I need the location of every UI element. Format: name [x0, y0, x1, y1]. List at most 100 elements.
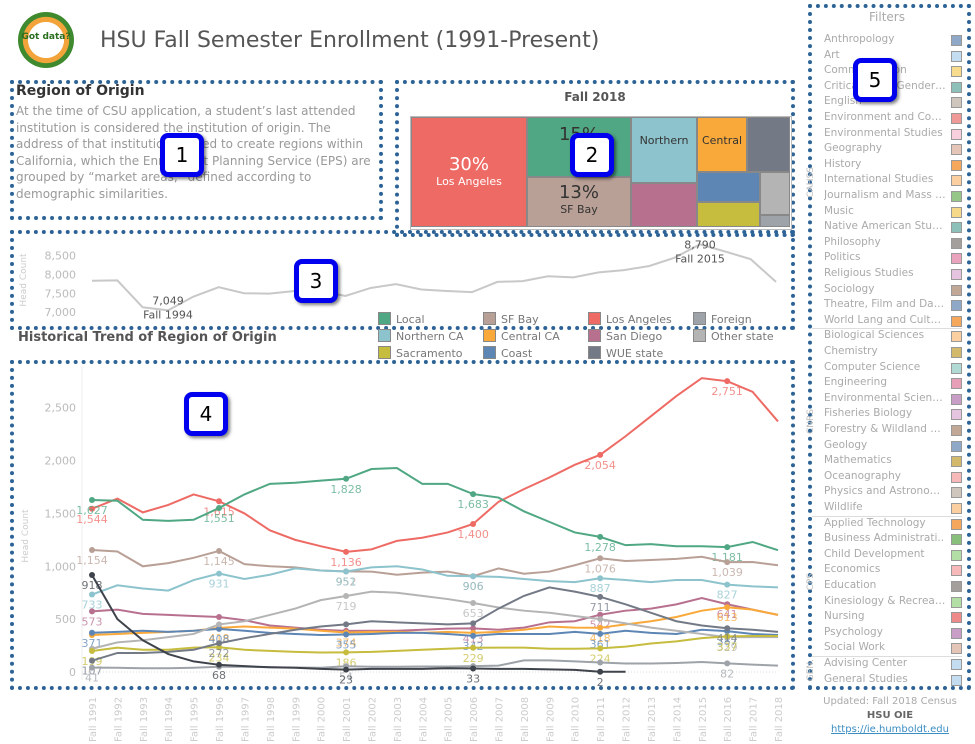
- treemap-cell-foreign[interactable]: [760, 215, 790, 227]
- filter-item-world-lang-and-cultures[interactable]: World Lang and Cultures: [824, 314, 969, 329]
- treemap-cell-wue-state[interactable]: [747, 117, 790, 172]
- data-point[interactable]: [89, 657, 95, 664]
- data-point[interactable]: [724, 544, 731, 551]
- series-local[interactable]: 1,6271,5511,8281,6831,2781,181: [76, 466, 779, 564]
- filter-color-swatch[interactable]: [951, 565, 962, 577]
- data-point[interactable]: [343, 631, 350, 638]
- filter-item-forestry-wildland-re[interactable]: Forestry & Wildland Re..: [824, 423, 969, 438]
- filter-color-swatch[interactable]: [951, 66, 962, 78]
- filter-color-swatch[interactable]: [951, 284, 962, 296]
- data-point[interactable]: [216, 547, 223, 554]
- data-point[interactable]: [597, 533, 604, 540]
- filter-item-environmental-science[interactable]: Environmental Science ..: [824, 392, 969, 407]
- legend-item-los-angeles[interactable]: Los Angeles: [588, 312, 672, 326]
- filter-item-theatre-film-and-dance[interactable]: Theatre, Film and Dance: [824, 298, 969, 313]
- data-point[interactable]: [724, 559, 731, 566]
- data-point[interactable]: [216, 614, 223, 621]
- treemap-cell-los-angeles[interactable]: 30% Los Angeles: [411, 117, 527, 227]
- data-point[interactable]: [343, 621, 350, 628]
- data-point[interactable]: [216, 640, 223, 647]
- data-point[interactable]: [89, 664, 95, 671]
- filter-color-swatch[interactable]: [951, 50, 962, 62]
- data-point[interactable]: [597, 659, 604, 666]
- legend-item-central-ca[interactable]: Central CA: [483, 329, 560, 343]
- filter-item-physics-and-astronomy[interactable]: Physics and Astronomy: [824, 485, 969, 500]
- filter-color-swatch[interactable]: [951, 643, 962, 655]
- filter-color-swatch[interactable]: [951, 269, 962, 280]
- filter-color-swatch[interactable]: [951, 175, 962, 187]
- data-point[interactable]: [597, 593, 604, 600]
- data-point[interactable]: [89, 497, 95, 504]
- filter-item-applied-technology[interactable]: Applied Technology: [824, 517, 969, 532]
- data-point[interactable]: [216, 570, 223, 577]
- filter-item-environmental-studies[interactable]: Environmental Studies: [824, 127, 969, 142]
- filter-item-wildlife[interactable]: Wildlife: [824, 501, 969, 516]
- filter-item-chemistry[interactable]: Chemistry: [824, 345, 969, 360]
- filter-item-computer-science[interactable]: Computer Science: [824, 361, 969, 376]
- data-point[interactable]: [724, 604, 731, 611]
- filter-item-anthropology[interactable]: Anthropology: [824, 33, 969, 48]
- data-point[interactable]: [89, 547, 95, 554]
- series-foreign[interactable]: 41 54 82: [85, 659, 779, 685]
- filter-color-swatch[interactable]: [951, 409, 962, 421]
- data-point[interactable]: [89, 608, 95, 615]
- data-point[interactable]: [89, 571, 95, 578]
- data-point[interactable]: [597, 645, 604, 652]
- filter-color-swatch[interactable]: [951, 440, 962, 452]
- data-point[interactable]: [216, 661, 223, 668]
- data-point[interactable]: [470, 573, 477, 580]
- filter-item-economics[interactable]: Economics: [824, 563, 969, 578]
- filter-item-music[interactable]: Music: [824, 205, 969, 220]
- data-point[interactable]: [343, 568, 350, 575]
- filter-item-education[interactable]: Education: [824, 579, 969, 594]
- filter-color-swatch[interactable]: [951, 534, 962, 546]
- data-point[interactable]: [470, 644, 477, 651]
- legend-item-sf-bay[interactable]: SF Bay: [483, 312, 539, 326]
- series-san-diego[interactable]: 573413542641: [82, 596, 779, 645]
- treemap-cell-northern[interactable]: Northern: [631, 117, 697, 183]
- filter-color-swatch[interactable]: [951, 331, 962, 343]
- data-point[interactable]: [597, 555, 604, 562]
- filter-item-oceanography[interactable]: Oceanography: [824, 470, 969, 485]
- filter-color-swatch[interactable]: [951, 191, 962, 202]
- filter-color-swatch[interactable]: [951, 425, 962, 436]
- filter-item-native-american-studi[interactable]: Native American Studi..: [824, 220, 969, 235]
- data-point[interactable]: [343, 592, 350, 599]
- filter-item-general-studies[interactable]: General Studies: [824, 673, 969, 688]
- filter-item-psychology[interactable]: Psychology: [824, 626, 969, 641]
- filter-color-swatch[interactable]: [951, 471, 962, 483]
- filter-item-child-development[interactable]: Child Development: [824, 548, 969, 563]
- filter-color-swatch[interactable]: [951, 97, 962, 109]
- filter-item-advising-center[interactable]: Advising Center: [824, 657, 969, 672]
- filter-item-social-work[interactable]: Social Work: [824, 641, 969, 656]
- data-point[interactable]: [470, 491, 477, 498]
- treemap-cell-san-diego[interactable]: [631, 183, 697, 227]
- data-point[interactable]: [724, 625, 731, 632]
- data-point[interactable]: [597, 575, 604, 582]
- total-line[interactable]: [91, 243, 777, 312]
- website-link[interactable]: https://ie.humboldt.edu: [831, 724, 949, 735]
- filter-item-business-administrati[interactable]: Business Administrati..: [824, 532, 969, 547]
- treemap-cell-sf-bay[interactable]: 13% SF Bay: [527, 177, 631, 227]
- filter-color-swatch[interactable]: [951, 503, 962, 514]
- filter-color-swatch[interactable]: [951, 581, 962, 592]
- filter-item-geography[interactable]: Geography: [824, 142, 969, 157]
- filter-item-art[interactable]: Art: [824, 49, 969, 64]
- filter-item-kinesiology-recreati[interactable]: Kinesiology & Recreati..: [824, 595, 969, 610]
- filter-color-swatch[interactable]: [951, 206, 962, 218]
- filter-color-swatch[interactable]: [951, 253, 962, 265]
- filter-item-politics[interactable]: Politics: [824, 251, 969, 266]
- legend-item-wue-state[interactable]: WUE state: [588, 346, 663, 360]
- filter-item-nursing[interactable]: Nursing: [824, 610, 969, 625]
- filter-color-swatch[interactable]: [951, 674, 962, 686]
- series-los-angeles[interactable]: 1,5441,6151,1361,4002,0542,751: [76, 377, 779, 569]
- filter-color-swatch[interactable]: [951, 113, 962, 124]
- filter-color-swatch[interactable]: [951, 81, 962, 93]
- filter-color-swatch[interactable]: [951, 518, 962, 530]
- filter-color-swatch[interactable]: [951, 596, 962, 608]
- data-point[interactable]: [597, 668, 604, 675]
- filter-color-swatch[interactable]: [951, 237, 962, 249]
- filter-item-religious-studies[interactable]: Religious Studies: [824, 267, 969, 282]
- data-point[interactable]: [597, 624, 604, 631]
- filter-item-philosophy[interactable]: Philosophy: [824, 236, 969, 251]
